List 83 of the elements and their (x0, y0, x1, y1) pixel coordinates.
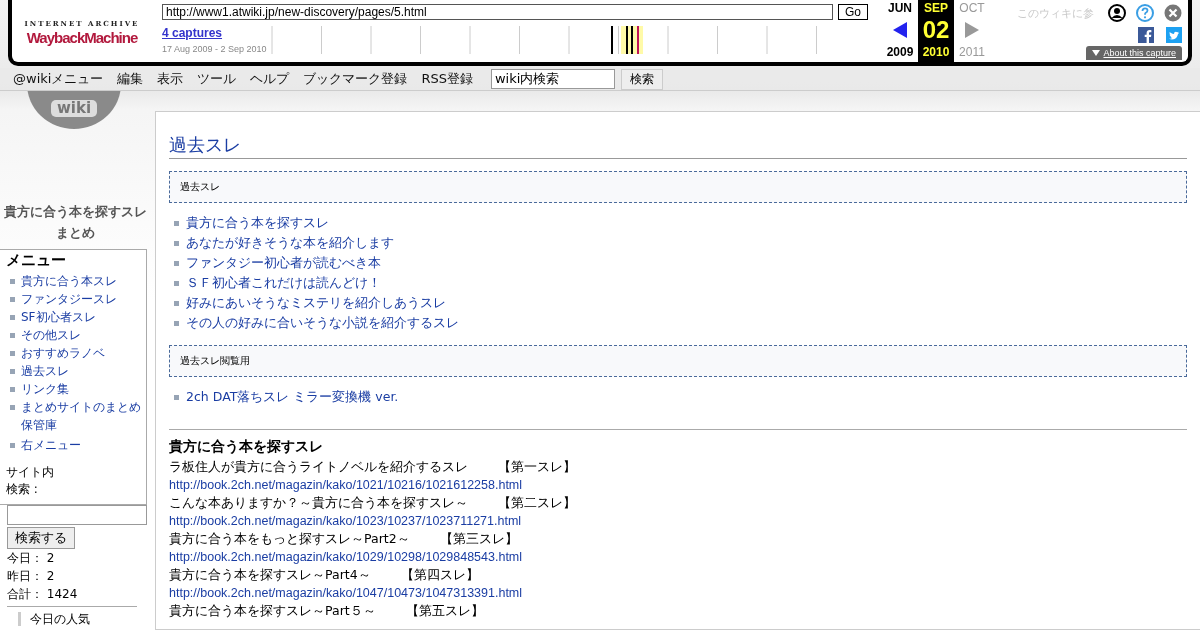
counter-text: 今日： 2 (7, 550, 56, 567)
bullet-icon (174, 394, 179, 400)
menu-item[interactable]: RSS登録 (414, 70, 480, 88)
previous-arrow-icon[interactable] (893, 22, 907, 38)
page-title: 過去スレ (169, 133, 1187, 159)
menu-link[interactable]: ファンタジースレ (21, 290, 117, 308)
menu-link[interactable]: 貴方に合う本スレ (21, 272, 117, 290)
menu-item[interactable]: ブックマーク登録 (296, 70, 415, 88)
bullet-icon (174, 240, 179, 246)
bullet-icon (10, 333, 15, 338)
selected-month[interactable]: SEP 02 2010 (918, 0, 954, 62)
menu-link[interactable]: SF初心者スレ (21, 308, 96, 326)
page-link[interactable]: 貴方に合う本を探すスレ (186, 213, 329, 233)
thread-title: 貴方に合う本を探すスレ～Part4～ (169, 566, 371, 584)
thread-number: 【第三スレ】 (439, 530, 518, 548)
thread-title: 貴方に合う本をもっと探すスレ～Part2～ (169, 530, 410, 548)
thread-number: 【第一スレ】 (498, 458, 576, 476)
search-label: サイト内検索 : (6, 464, 55, 498)
url-field[interactable]: http://www1.atwiki.jp/new-discovery/pages/5.html (162, 4, 833, 20)
menu-link[interactable]: 右メニュー (21, 436, 81, 454)
counter-text: 昨日： 2 (7, 568, 56, 585)
page-link[interactable]: 2ch DAT落ちスレ ミラー変換機 ver. (186, 387, 399, 407)
caret-icon (1092, 50, 1101, 56)
site-title: 貴方に合う本を探すスレまとめ (2, 203, 148, 242)
thread-title: 貴方に合う本を探すスレ～Part５～ (169, 602, 376, 620)
bullet-icon (174, 220, 179, 226)
thread-link[interactable]: http://book.2ch.net/magazin/kako/1047/10473/1047313391.html (169, 584, 1187, 602)
close-icon[interactable] (1164, 4, 1182, 22)
thread-link[interactable]: http://book.2ch.net/magazin/kako/1023/10237/1023711271.html (169, 512, 1187, 530)
date-range: 17 Aug 2009 - 2 Sep 2010 (162, 44, 268, 54)
bullet-icon (174, 260, 179, 266)
user-icon[interactable] (1108, 4, 1126, 22)
thread-title: ラ板住人が貴方に合うライトノベルを紹介するスレ (169, 458, 468, 476)
search-field[interactable] (7, 505, 147, 525)
bullet-icon (10, 369, 15, 374)
thread-title: こんな本ありますか？～貴方に合う本を探すスレ～ (169, 494, 468, 512)
bullet-icon (174, 300, 179, 306)
section-box: 過去スレ (169, 171, 1187, 203)
bullet-icon (10, 405, 15, 410)
next-arrow-icon[interactable] (965, 22, 979, 38)
captures-link[interactable]: 4 captures (162, 26, 223, 40)
page-link[interactable]: ＳＦ初心者これだけは読んどけ！ (186, 273, 381, 293)
bullet-icon (10, 351, 15, 356)
menu-link[interactable]: その他スレ (21, 326, 81, 344)
search-button[interactable]: 検索 (620, 68, 663, 90)
go-button[interactable]: Go (838, 4, 868, 20)
menu-link[interactable]: 過去スレ (21, 362, 69, 380)
section-box: 過去スレ閲覧用 (169, 345, 1187, 377)
bullet-icon (10, 279, 15, 284)
bullet-icon (174, 280, 179, 286)
thread-link[interactable]: http://book.2ch.net/magazin/kako/1021/10216/1021612258.html (169, 476, 1187, 494)
page-link[interactable]: あなたが好きそうな本を紹介します (186, 233, 394, 253)
menu-link[interactable]: まとめサイトのまとめ保管庫 (21, 398, 145, 434)
about-capture-button[interactable]: About this capture (1086, 46, 1182, 60)
month-link[interactable]: JUN 2009 (882, 0, 918, 62)
section-heading: 貴方に合う本を探すスレ (169, 437, 324, 456)
popular-heading: 今日の人気 (18, 612, 147, 626)
menu-item[interactable]: ヘルプ (243, 70, 297, 88)
page-link[interactable]: 好みにあいそうなミステリを紹介しあうスレ (186, 293, 446, 313)
thread-number: 【第二スレ】 (498, 494, 576, 512)
menu-item[interactable]: 表示 (150, 70, 191, 88)
page-link[interactable]: その人の好みに合いそうな小説を紹介するスレ (186, 313, 459, 333)
menu-item[interactable]: ツール (190, 70, 244, 88)
search-button[interactable]: 検索する (7, 527, 75, 549)
bullet-icon (174, 320, 179, 326)
counter-text: 合計： 1424 (7, 586, 79, 603)
menu-link[interactable]: おすすめラノベ (21, 344, 105, 362)
help-icon[interactable] (1136, 4, 1154, 22)
bullet-icon (10, 297, 15, 302)
search-field[interactable]: wiki内検索 (490, 69, 615, 89)
menu-item[interactable]: @wikiメニュー (6, 70, 111, 88)
thread-link[interactable]: http://book.2ch.net/magazin/kako/1029/10298/1029848543.html (169, 548, 1187, 566)
page-link[interactable]: ファンタジー初心者が読むべき本 (186, 253, 381, 273)
twitter-icon[interactable] (1166, 27, 1182, 43)
bullet-icon (10, 443, 15, 448)
menu-link[interactable]: リンク集 (21, 380, 69, 398)
menu-item[interactable]: 編集 (110, 70, 151, 88)
bullet-icon (10, 387, 15, 392)
thread-number: 【第四スレ】 (400, 566, 479, 584)
menu-title: メニュー (6, 251, 67, 270)
facebook-icon[interactable] (1138, 27, 1154, 43)
bullet-icon (10, 315, 15, 320)
thread-number: 【第五スレ】 (405, 602, 484, 620)
